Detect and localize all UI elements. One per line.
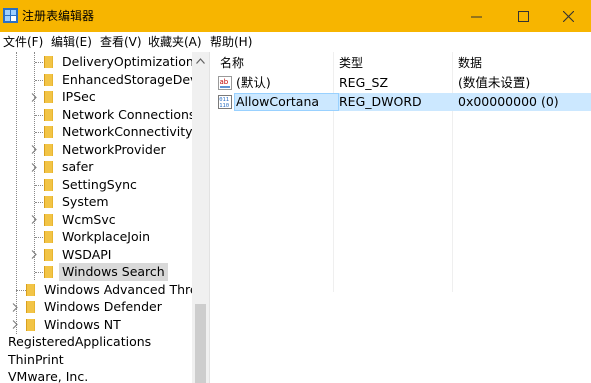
tree-item-label: WcmSvc	[62, 211, 116, 227]
tree-item[interactable]: Windows Advanced Threa	[0, 281, 192, 299]
folder-icon	[44, 161, 53, 173]
tree-item-label: EnhancedStorageDevic	[62, 71, 192, 87]
svg-text:110: 110	[219, 103, 229, 109]
value-data: 0x00000000 (0)	[458, 94, 559, 109]
folder-icon	[44, 73, 53, 86]
menu-bar: 文件(F) 编辑(E) 查看(V) 收藏夹(A) 帮助(H)	[0, 32, 591, 52]
string-value-icon: ab	[218, 76, 232, 90]
expand-chevron-icon[interactable]	[10, 298, 20, 316]
folder-icon	[44, 266, 53, 278]
menu-favorites[interactable]: 收藏夹(A)	[148, 34, 202, 50]
column-header-name[interactable]: 名称	[220, 55, 244, 71]
tree-item-label: DeliveryOptimization	[62, 54, 192, 69]
menu-help[interactable]: 帮助(H)	[210, 34, 252, 50]
expand-chevron-icon[interactable]	[29, 246, 39, 264]
expand-chevron-icon[interactable]	[29, 141, 39, 159]
tree-item-label: WorkplaceJoin	[62, 229, 151, 244]
maximize-icon	[517, 10, 529, 22]
folder-icon	[44, 178, 53, 191]
tree-item-label: Windows Advanced Threa	[44, 281, 192, 297]
tree-item[interactable]: safer	[0, 158, 192, 176]
menu-edit[interactable]: 编辑(E)	[51, 34, 92, 50]
tree-item[interactable]: Network Connections	[0, 106, 192, 124]
tree-item[interactable]: Windows NT	[0, 316, 192, 334]
folder-icon	[26, 283, 35, 296]
tree-item[interactable]: Windows Defender	[0, 298, 192, 316]
tree-scrollbar[interactable]	[192, 52, 209, 383]
tree-item[interactable]: WcmSvc	[0, 211, 192, 229]
folder-icon	[26, 318, 35, 331]
tree-connector	[16, 289, 26, 291]
value-row[interactable]: ab (默认) REG_SZ (数值未设置)	[212, 74, 591, 92]
folder-icon	[44, 248, 53, 261]
tree-item[interactable]: Windows Search	[0, 263, 192, 281]
tree-item[interactable]: DeliveryOptimization	[0, 53, 192, 71]
chevron-up-icon	[196, 57, 205, 64]
value-data: (数值未设置)	[458, 75, 531, 90]
tree-item-label: WSDAPI	[62, 246, 112, 262]
tree-item-label: NetworkConnectivityS	[62, 124, 192, 139]
tree-item[interactable]: VMware, Inc.	[0, 368, 192, 383]
value-name: (默认)	[236, 75, 271, 90]
tree-item-label: Network Connections	[62, 106, 192, 122]
folder-icon	[44, 143, 53, 156]
tree-item[interactable]: System	[0, 193, 192, 211]
tree-item-label: safer	[62, 159, 94, 174]
close-button[interactable]	[545, 0, 591, 32]
folder-icon	[44, 108, 53, 121]
tree-item[interactable]: IPSec	[0, 88, 192, 106]
close-icon	[562, 10, 574, 22]
svg-text:ab: ab	[220, 78, 229, 86]
value-name: AllowCortana	[236, 94, 320, 109]
value-type: REG_SZ	[339, 75, 389, 90]
tree-item-label: IPSec	[62, 89, 96, 104]
folder-icon	[44, 213, 53, 226]
tree-item-label: VMware, Inc.	[8, 369, 89, 383]
folder-icon	[44, 91, 53, 103]
values-list[interactable]: 名称 类型 数据 ab (默认) REG_SZ (数值未设置) 011 110 …	[212, 52, 591, 383]
expand-chevron-icon[interactable]	[29, 88, 39, 106]
minimize-icon	[470, 16, 482, 17]
maximize-button[interactable]	[500, 0, 546, 32]
expand-chevron-icon[interactable]	[29, 158, 39, 176]
binary-value-icon: 011 110	[218, 95, 232, 109]
tree-item-label: ThinPrint	[8, 351, 64, 367]
folder-icon	[44, 196, 53, 208]
tree-item[interactable]: WorkplaceJoin	[0, 228, 192, 246]
scroll-thumb[interactable]	[195, 304, 206, 383]
tree-item-label: NetworkProvider	[62, 141, 166, 157]
window-title: 注册表编辑器	[22, 9, 95, 23]
scroll-up-button[interactable]	[192, 52, 209, 69]
column-header-type[interactable]: 类型	[339, 55, 363, 71]
folder-icon	[44, 56, 53, 68]
tree-item-label: Windows NT	[44, 316, 121, 332]
column-header-data[interactable]: 数据	[458, 55, 482, 71]
expand-chevron-icon[interactable]	[29, 211, 39, 229]
value-row-selected[interactable]: 011 110 AllowCortana REG_DWORD 0x0000000…	[212, 93, 591, 111]
tree-item-label: SettingSync	[62, 176, 137, 192]
title-bar[interactable]: 注册表编辑器	[0, 0, 591, 32]
tree-item-label: RegisteredApplications	[8, 334, 152, 349]
tree-item[interactable]: ThinPrint	[0, 351, 192, 369]
tree-item[interactable]: NetworkProvider	[0, 141, 192, 159]
menu-file[interactable]: 文件(F)	[3, 34, 43, 50]
tree-item[interactable]: WSDAPI	[0, 246, 192, 264]
tree-item[interactable]: RegisteredApplications	[0, 333, 192, 351]
key-tree[interactable]: DeliveryOptimization EnhancedStorageDevic…	[0, 52, 192, 383]
folder-icon	[44, 231, 53, 243]
tree-item[interactable]: SettingSync	[0, 176, 192, 194]
menu-view[interactable]: 查看(V)	[100, 34, 142, 50]
registry-editor-icon	[3, 8, 18, 23]
folder-icon	[26, 301, 35, 313]
tree-item-label: System	[62, 194, 109, 209]
tree-item-label: Windows Defender	[44, 299, 162, 314]
value-type: REG_DWORD	[339, 94, 422, 109]
tree-item[interactable]: NetworkConnectivityS	[0, 123, 192, 141]
expand-chevron-icon[interactable]	[10, 316, 20, 334]
minimize-button[interactable]	[453, 0, 499, 32]
folder-icon	[44, 126, 53, 138]
tree-item-label: Windows Search	[59, 263, 168, 281]
tree-item[interactable]: EnhancedStorageDevic	[0, 71, 192, 89]
